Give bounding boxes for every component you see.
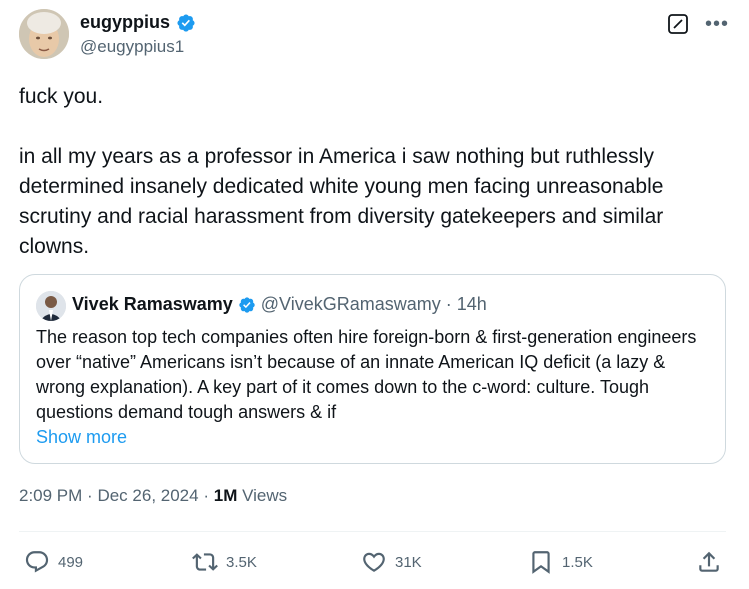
author-handle[interactable]: @eugyppius1: [80, 37, 184, 57]
bookmark-count: 1.5K: [562, 553, 593, 571]
tweet-meta: 2:09 PM · Dec 26, 2024 · 1M Views: [19, 486, 287, 506]
quoted-handle[interactable]: @VivekGRamaswamy: [261, 294, 441, 315]
quoted-avatar-image: [36, 291, 66, 321]
like-icon: [363, 552, 385, 572]
meta-separator-2: ·: [203, 486, 209, 505]
quoted-separator: ·: [445, 294, 452, 314]
bookmark-icon: [532, 551, 550, 574]
views-label: Views: [242, 486, 288, 505]
reply-icon: [25, 551, 49, 573]
quoted-time[interactable]: 14h: [457, 294, 487, 315]
author-avatar[interactable]: [19, 9, 69, 59]
more-icon[interactable]: •••: [705, 13, 729, 35]
quoted-verified-badge-icon[interactable]: [238, 296, 256, 314]
quoted-tweet[interactable]: Vivek Ramaswamy @VivekGRamaswamy · 14h T…: [19, 274, 726, 464]
views-count: 1M: [213, 486, 238, 505]
like-count: 31K: [395, 553, 422, 571]
tweet-date[interactable]: Dec 26, 2024: [97, 486, 198, 505]
tweet: eugyppius @eugyppius1 ••• fuck you. in a…: [0, 0, 749, 589]
tweet-text-line-2: in all my years as a professor in Americ…: [19, 145, 664, 258]
tweet-text-line-1: fuck you.: [19, 85, 104, 108]
divider: [19, 531, 726, 532]
reply-button[interactable]: 499: [24, 549, 83, 575]
quoted-text: The reason top tech companies often hire…: [36, 327, 697, 422]
show-more-link[interactable]: Show more: [36, 427, 127, 448]
share-icon: [699, 551, 719, 572]
top-actions: •••: [667, 13, 729, 35]
quoted-author-avatar[interactable]: [36, 291, 66, 321]
tweet-text: fuck you. in all my years as a professor…: [19, 82, 719, 262]
quoted-display-name[interactable]: Vivek Ramaswamy: [72, 294, 233, 315]
tweet-time[interactable]: 2:09 PM: [19, 486, 82, 505]
repost-button[interactable]: 3.5K: [192, 549, 257, 575]
repost-count: 3.5K: [226, 553, 257, 571]
share-button[interactable]: [696, 549, 722, 575]
like-button[interactable]: 31K: [361, 549, 422, 575]
meta-separator-1: ·: [87, 486, 93, 505]
avatar-image: [19, 9, 69, 59]
author-display-name[interactable]: eugyppius: [80, 12, 170, 33]
verified-badge-icon[interactable]: [176, 13, 196, 33]
reply-count: 499: [58, 553, 84, 571]
grok-icon[interactable]: [667, 13, 689, 35]
retweet-icon: [192, 553, 218, 571]
bookmark-button[interactable]: 1.5K: [528, 549, 593, 575]
action-bar: 499 3.5K 31K 1.5K: [0, 544, 749, 580]
author-name-row: eugyppius: [80, 12, 196, 33]
quoted-header: Vivek Ramaswamy @VivekGRamaswamy · 14h: [72, 294, 487, 315]
